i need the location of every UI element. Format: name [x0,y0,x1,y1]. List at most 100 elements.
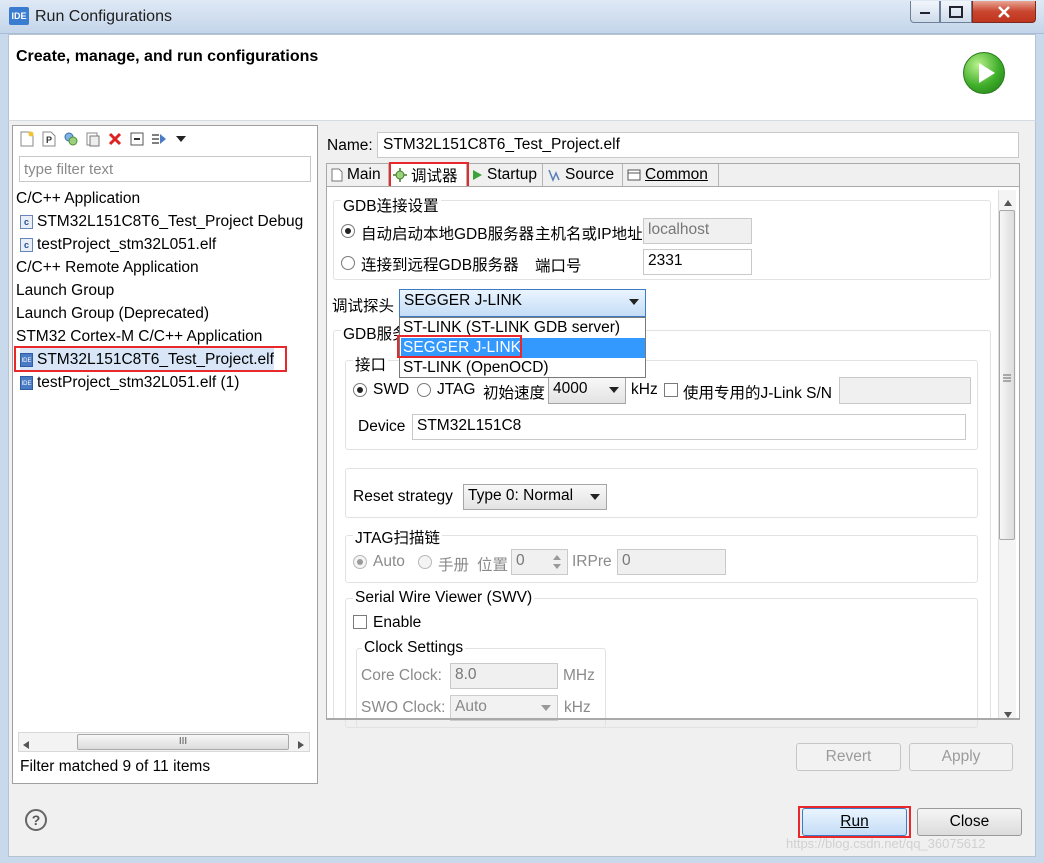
irpre-label: IRPre [572,553,612,570]
name-input[interactable]: STM32L151C8T6_Test_Project.elf [377,132,1019,158]
chevron-down-icon [629,299,639,305]
close-window-button[interactable] [972,1,1036,23]
jtag-label: JTAG [437,381,476,398]
jlink-sn-input[interactable] [839,377,971,404]
host-input[interactable]: localhost [643,218,752,244]
ide-icon: IDE [20,375,33,390]
scroll-left-icon[interactable] [22,737,30,754]
filter-input[interactable] [19,156,311,182]
tab-main[interactable]: Main [327,164,389,186]
configuration-toolbar: P [18,128,190,150]
host-label: 主机名或IP地址 [535,226,643,243]
jtag-radio[interactable] [417,383,431,397]
tree-item-label: C/C++ Remote Application [16,258,199,276]
tree-item-stm32l151-debug[interactable]: c STM32L151C8T6_Test_Project Debug [20,210,303,233]
new-prototype-icon[interactable]: P [40,130,58,148]
auto-local-gdb-label: 自动启动本地GDB服务器 [361,226,535,243]
duplicate-icon[interactable] [62,130,80,148]
dialog-header [8,34,1036,120]
interface-title: 接口 [353,353,389,375]
tree-item-testproject-stm32l051[interactable]: c testProject_stm32L051.elf [20,233,216,256]
new-config-icon[interactable] [18,130,36,148]
tab-source[interactable]: Source [543,164,623,186]
close-icon [998,5,1010,18]
svg-text:P: P [46,135,52,145]
swo-clock-unit: kHz [564,699,591,716]
reset-strategy-value: Type 0: Normal [468,487,574,504]
probe-selected-value: SEGGER J-LINK [404,292,522,309]
main-tab-icon [331,168,343,182]
tab-common[interactable]: Common [623,164,719,186]
common-tab-icon [627,169,641,181]
highlight-box-debugger-tab [389,162,469,189]
chevron-down-icon [590,494,600,500]
device-input[interactable]: STM32L151C8 [412,414,966,440]
filter-icon[interactable] [150,130,168,148]
tree-item-launch-group-deprecated[interactable]: Launch Group (Deprecated) [16,302,209,325]
grip-icon [1002,370,1012,387]
filter-status: Filter matched 9 of 11 items [20,758,211,775]
probe-select[interactable]: SEGGER J-LINK [399,289,646,317]
tree-item-label: Launch Group (Deprecated) [16,304,210,322]
tree-item-label: STM32L151C8T6_Test_Project Debug [37,212,304,230]
irpre-input[interactable]: 0 [617,549,726,575]
spinner-arrows-icon[interactable] [551,553,563,575]
collapse-all-icon[interactable] [128,130,146,148]
swo-clock-label: SWO Clock: [361,699,446,716]
chevron-down-icon [609,387,619,393]
swd-radio[interactable] [353,383,367,397]
tree-item-label: STM32 Cortex-M C/C++ Application [16,327,263,345]
highlight-box-run-button [798,806,911,838]
jtag-manual-radio[interactable] [418,555,432,569]
view-menu-icon[interactable] [172,130,190,148]
apply-button[interactable]: Apply [909,743,1013,771]
dialog-header-title: Create, manage, and run configurations [16,48,319,65]
chevron-down-icon [541,705,551,711]
remote-gdb-radio[interactable] [341,256,355,270]
tree-item-testproject-stm32l051-1[interactable]: IDE testProject_stm32L051.elf (1) [20,371,239,394]
tab-label: Source [565,166,615,183]
probe-label: 调试探头 [332,298,395,315]
tree-item-label: testProject_stm32L051.elf [37,235,217,253]
tree-item-c-cpp-remote-application[interactable]: C/C++ Remote Application [16,256,199,279]
probe-option-stlink-openocd[interactable]: ST-LINK (OpenOCD) [401,358,645,378]
swv-enable-checkbox[interactable] [353,615,367,629]
jtag-auto-radio[interactable] [353,555,367,569]
minimize-icon [920,11,930,14]
speed-select[interactable]: 4000 [548,377,626,404]
delete-icon[interactable] [106,130,124,148]
speed-label: 初始速度 [483,385,546,402]
tree-item-stm32-cortex-m-application[interactable]: STM32 Cortex-M C/C++ Application [16,325,262,348]
startup-tab-icon [473,170,482,180]
window-title: Run Configurations [35,8,172,25]
maximize-button[interactable] [940,1,972,23]
core-clock-input[interactable]: 8.0 [450,663,558,689]
scroll-right-icon[interactable] [297,737,305,754]
port-label: 端口号 [535,258,582,275]
tree-item-c-cpp-application[interactable]: C/C++ Application [16,187,140,210]
tab-content-border [327,718,1019,720]
tab-label: Main [347,166,381,183]
watermark: https://blog.csdn.net/qq_36075612 [786,836,986,851]
speed-value: 4000 [553,380,588,397]
port-input[interactable]: 2331 [643,249,752,275]
auto-local-gdb-radio[interactable] [341,224,355,238]
core-clock-unit: MHz [563,667,595,684]
highlight-box-segger-option [397,335,522,358]
tab-startup[interactable]: Startup [467,164,543,186]
horizontal-scroll-thumb[interactable]: III [77,734,289,750]
help-icon[interactable]: ? [25,809,47,831]
source-tab-icon [548,169,560,182]
scroll-down-icon[interactable] [1003,706,1013,723]
maximize-icon [949,5,963,18]
tree-item-label: C/C++ Application [16,189,141,207]
jlink-sn-checkbox[interactable] [664,383,678,397]
close-button[interactable]: Close [917,808,1022,836]
c-application-icon: c [20,214,33,229]
tree-item-launch-group[interactable]: Launch Group [16,279,114,302]
export-icon[interactable] [84,130,102,148]
minimize-button[interactable] [910,1,940,23]
reset-strategy-select[interactable]: Type 0: Normal [463,484,607,510]
scroll-up-icon[interactable] [1003,194,1013,211]
revert-button[interactable]: Revert [796,743,901,771]
